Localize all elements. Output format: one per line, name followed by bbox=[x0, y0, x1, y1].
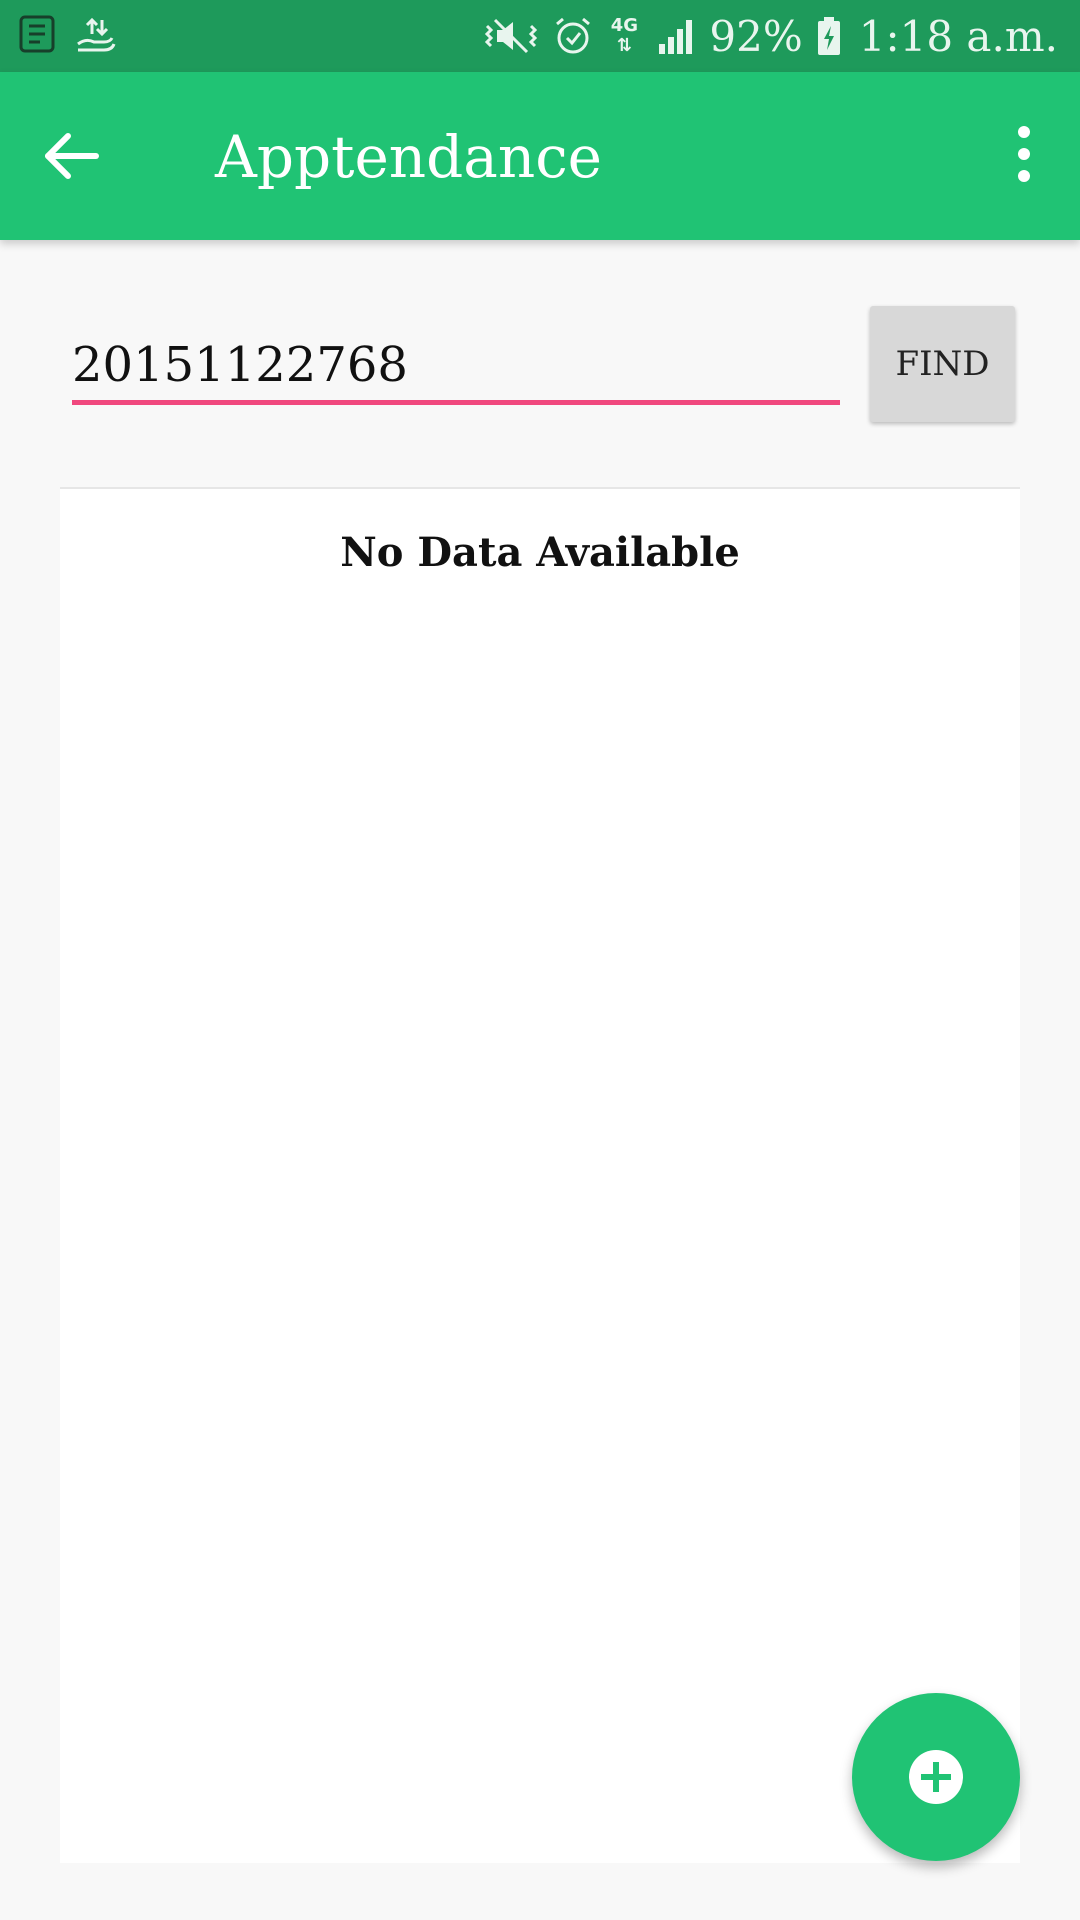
page-title: Apptendance bbox=[215, 123, 602, 191]
app-bar: Apptendance bbox=[0, 72, 1080, 240]
status-bar: 4G ⇅ 92% 1:18 a.m. bbox=[0, 0, 1080, 72]
results-list: No Data Available bbox=[60, 487, 1020, 1863]
vibrate-mute-icon bbox=[485, 18, 538, 54]
search-input-underline bbox=[72, 400, 840, 405]
alarm-icon bbox=[556, 17, 591, 54]
add-circle-icon bbox=[909, 1750, 963, 1804]
status-right-icons: 4G ⇅ 92% 1:18 a.m. bbox=[483, 8, 1058, 64]
signal-icon bbox=[659, 20, 693, 54]
battery-percent: 92% bbox=[709, 11, 803, 61]
search-row: FIND bbox=[0, 240, 1080, 460]
more-vert-icon[interactable] bbox=[1008, 124, 1040, 184]
empty-state-message: No Data Available bbox=[340, 529, 740, 576]
add-fab-button[interactable] bbox=[852, 1693, 1020, 1861]
upload-hand-icon bbox=[77, 17, 116, 52]
id-search-input[interactable] bbox=[72, 330, 840, 400]
status-time: 1:18 a.m. bbox=[858, 11, 1058, 61]
network-4g-icon: 4G ⇅ bbox=[610, 15, 639, 56]
arrow-back-icon[interactable] bbox=[40, 124, 104, 188]
status-left-icons bbox=[18, 14, 116, 54]
notes-icon bbox=[19, 15, 55, 53]
battery-charging-icon bbox=[817, 17, 840, 55]
find-button[interactable]: FIND bbox=[870, 306, 1015, 422]
